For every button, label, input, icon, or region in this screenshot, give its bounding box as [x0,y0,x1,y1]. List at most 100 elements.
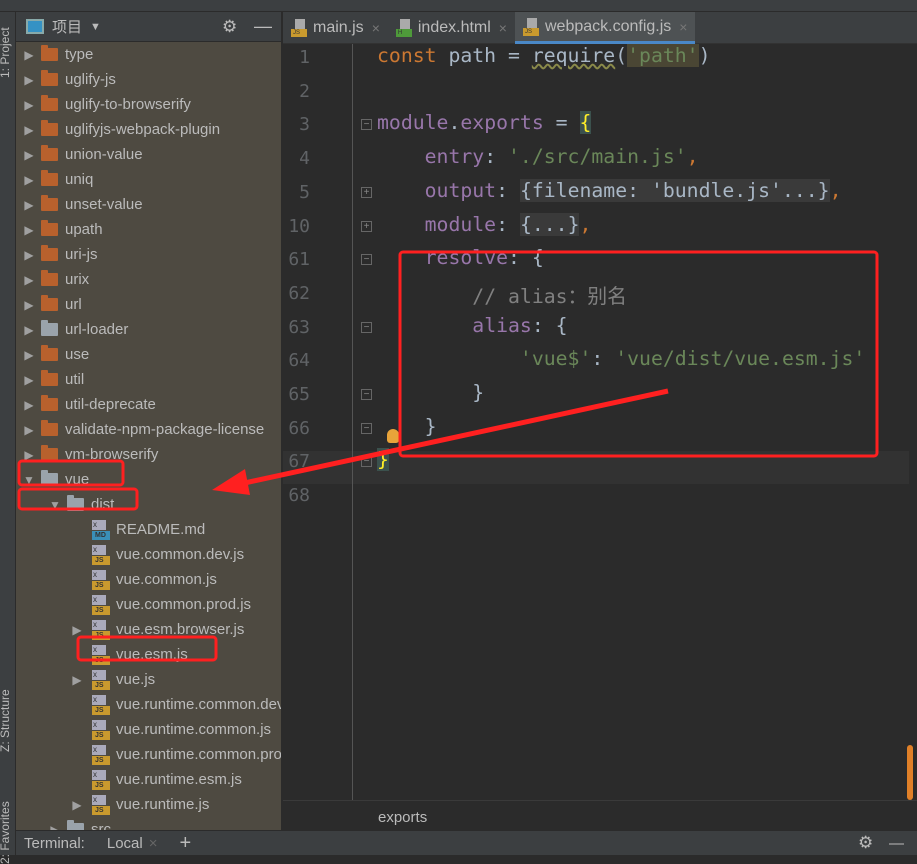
code-line[interactable]: // alias：别名 [377,280,627,309]
collapsed-arrow-icon[interactable]: ▶ [22,423,36,437]
fold-marker-icon[interactable]: + [361,220,372,232]
tree-item[interactable]: ▶ validate-npm-package-license [22,417,264,442]
collapsed-arrow-icon[interactable]: ▶ [22,348,36,362]
tree-item[interactable]: x MD README.md [70,517,205,542]
tree-item[interactable]: ▶ uniq [22,167,93,192]
tree-item[interactable]: ▶ urix [22,267,89,292]
code-line[interactable]: entry: './src/main.js', [377,145,699,168]
fold-marker-icon[interactable]: − [361,456,372,468]
fold-marker-icon[interactable]: − [361,389,372,400]
tree-item[interactable]: ▶ x JS vue.esm.browser.js [70,617,244,642]
tree-item-label: vue.runtime.common.dev.js [116,696,281,713]
breadcrumb-item[interactable]: exports [378,809,427,826]
code-line[interactable]: alias: { [377,314,567,337]
code-line[interactable]: module: {...}, [377,212,591,236]
close-icon[interactable]: × [499,20,507,36]
collapsed-arrow-icon[interactable]: ▶ [70,623,84,637]
minimize-icon[interactable]: — [889,835,904,852]
fold-marker-icon[interactable]: − [361,321,372,333]
editor-tab[interactable]: Hindex.html × [388,12,515,44]
tree-item[interactable]: ▼ vue [22,467,89,492]
project-tool-tab[interactable]: 1: Project [0,27,12,78]
tree-item[interactable]: ▶ unset-value [22,192,143,217]
tree-item[interactable]: x JS vue.common.dev.js [70,542,244,567]
collapsed-arrow-icon[interactable]: ▶ [22,48,36,62]
tree-item[interactable]: ▼ dist [48,492,114,517]
collapsed-arrow-icon[interactable]: ▶ [48,823,62,831]
collapsed-arrow-icon[interactable]: ▶ [22,248,36,262]
collapsed-arrow-icon[interactable]: ▶ [22,173,36,187]
collapsed-arrow-icon[interactable]: ▶ [70,673,84,687]
tree-item[interactable]: ▶ union-value [22,142,143,167]
collapsed-arrow-icon[interactable]: ▶ [22,123,36,137]
tree-item[interactable]: x JS vue.runtime.esm.js [70,767,242,792]
structure-tool-tab[interactable]: Z: Structure [0,689,12,752]
gear-icon[interactable]: ⚙ [222,17,237,37]
tree-item[interactable]: xJSvue.runtime.common.prod.js [70,742,281,767]
fold-marker-icon[interactable]: + [361,186,372,198]
tree-item[interactable]: ▶ util [22,367,84,392]
collapsed-arrow-icon[interactable]: ▶ [70,798,84,812]
fold-marker-icon[interactable]: − [361,422,372,434]
fold-marker-icon[interactable]: − [361,254,372,266]
tree-item[interactable]: ▶ util-deprecate [22,392,156,417]
tree-item[interactable]: ▶ vm-browserify [22,442,158,467]
code-line[interactable]: } [377,415,437,438]
tree-item[interactable]: ▶ type [22,42,93,67]
expanded-arrow-icon[interactable]: ▼ [48,498,62,512]
collapsed-arrow-icon[interactable]: ▶ [22,448,36,462]
tree-item[interactable]: ▶ src [48,817,111,830]
minimize-icon[interactable]: — [254,16,272,37]
js-file-icon: x JS [92,544,112,565]
tree-item[interactable]: ▶ url [22,292,82,317]
terminal-tab-local[interactable]: Local [107,835,143,852]
code-line[interactable]: output: {filename: 'bundle.js'...}, [377,178,842,202]
project-view-selector[interactable]: 项目 [52,16,82,37]
tree-item[interactable]: x JS vue.common.prod.js [70,592,251,617]
tree-item[interactable]: ▶ uglifyjs-webpack-plugin [22,117,220,142]
collapsed-arrow-icon[interactable]: ▶ [22,273,36,287]
code-line[interactable]: resolve: { [377,246,544,269]
js-file-icon: x JS [92,769,112,790]
tree-item[interactable]: ▶ uglify-to-browserify [22,92,191,117]
tree-item[interactable]: x JS vue.runtime.common.dev.js [70,692,281,717]
collapsed-arrow-icon[interactable]: ▶ [22,298,36,312]
tree-item[interactable]: x JS vue.runtime.common.js [70,717,271,742]
close-icon[interactable]: × [372,20,380,36]
close-icon[interactable]: × [149,835,158,852]
scrollbar[interactable] [907,745,913,800]
collapsed-arrow-icon[interactable]: ▶ [22,323,36,337]
expanded-arrow-icon[interactable]: ▼ [22,473,36,487]
tree-item[interactable]: ▶ x JS vue.runtime.js [70,792,209,817]
folder-icon [67,820,84,830]
tree-item[interactable]: ▶ upath [22,217,103,242]
tree-item[interactable]: ▶ uri-js [22,242,98,267]
add-terminal-button[interactable]: + [179,832,191,855]
collapsed-arrow-icon[interactable]: ▶ [22,98,36,112]
code-line[interactable]: } [377,448,389,472]
code-line[interactable]: } [377,381,484,404]
tree-item[interactable]: x JS vue.esm.js [70,642,188,667]
collapsed-arrow-icon[interactable]: ▶ [22,73,36,87]
gear-icon[interactable]: ⚙ [858,833,873,853]
tree-item[interactable]: ▶ use [22,342,89,367]
close-icon[interactable]: × [679,19,687,35]
code-line[interactable]: const path = require('path') [377,44,711,67]
tree-item[interactable]: ▶ uglify-js [22,67,116,92]
tree-item[interactable]: x JS vue.common.js [70,567,217,592]
collapsed-arrow-icon[interactable]: ▶ [22,223,36,237]
collapsed-arrow-icon[interactable]: ▶ [22,398,36,412]
fold-marker-icon[interactable]: − [361,119,372,131]
tree-item[interactable]: ▶ url-loader [22,317,128,342]
collapsed-arrow-icon[interactable]: ▶ [22,148,36,162]
collapsed-arrow-icon[interactable]: ▶ [22,373,36,387]
tree-item[interactable]: ▶ x JS vue.js [70,667,155,692]
tree-item-label: vue [65,471,90,488]
editor-tab[interactable]: JS webpack.config.js × [514,12,696,44]
collapsed-arrow-icon[interactable]: ▶ [22,198,36,212]
code-line[interactable]: 'vue$': 'vue/dist/vue.esm.js' [377,347,865,370]
editor-tab[interactable]: JS main.js × [283,12,388,44]
code-line[interactable]: module.exports = { [377,111,592,135]
lightbulb-icon[interactable] [387,429,399,443]
chevron-down-icon[interactable]: ▼ [90,21,101,33]
